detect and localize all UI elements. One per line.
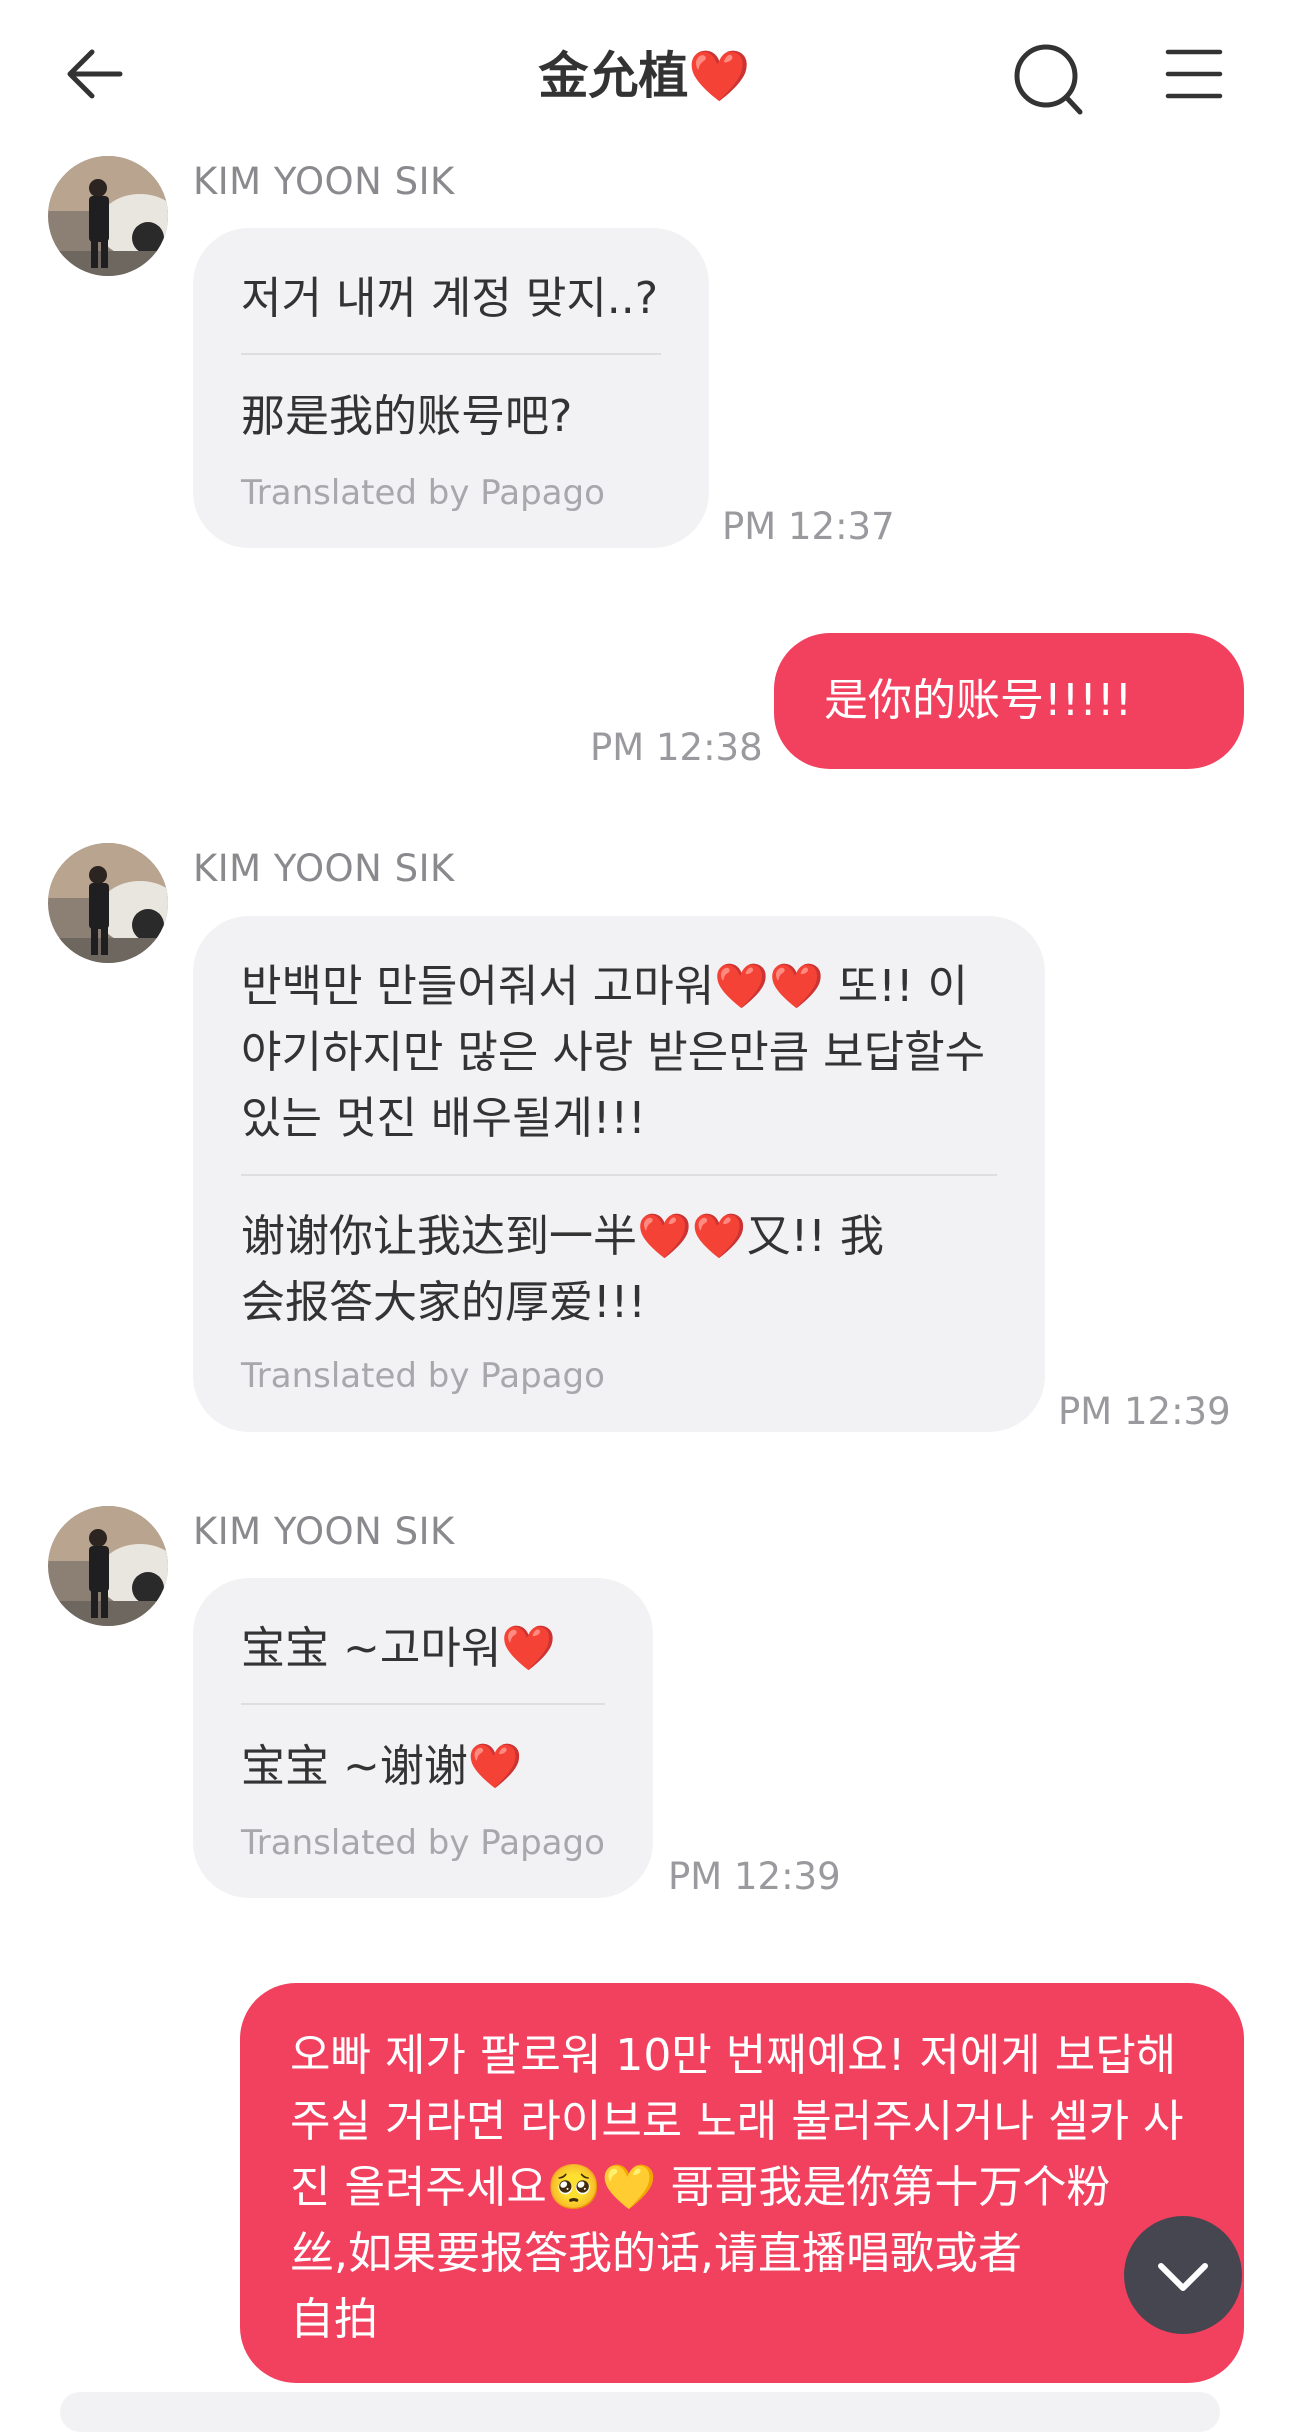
- translated-by-label: Translated by Papago: [241, 473, 605, 513]
- message-bubble[interactable]: 저거 내꺼 계정 맞지..? 那是我的账号吧? Translated by Pa…: [193, 228, 709, 548]
- translated-text: 那是我的账号吧?: [241, 391, 573, 442]
- original-text: 宝宝 ~고마워❤️: [241, 1623, 557, 1674]
- message-bubble[interactable]: 반백만 만들어줘서 고마워❤️❤️ 또!! 이 야기하지만 많은 사랑 받은만큼…: [193, 916, 1045, 1432]
- scroll-to-bottom-button[interactable]: [1124, 2216, 1242, 2334]
- message-bubble[interactable]: 宝宝 ~고마워❤️ 宝宝 ~谢谢❤️ Translated by Papago: [193, 1578, 653, 1898]
- message-text-line: 오빠 제가 팔로워 10만 번째예요! 저에게 보답해: [290, 2030, 1177, 2081]
- avatar[interactable]: [48, 1506, 168, 1626]
- avatar[interactable]: [48, 843, 168, 963]
- message-text-line: 自拍: [290, 2294, 378, 2345]
- original-text-line: 있는 멋진 배우될게!!!: [241, 1093, 646, 1144]
- translation-divider: [241, 1703, 605, 1705]
- message-time: PM 12:38: [590, 726, 763, 769]
- chat-header: 金允植❤️: [0, 0, 1289, 150]
- translated-by-label: Translated by Papago: [241, 1356, 605, 1396]
- sender-name: KIM YOON SIK: [193, 847, 455, 890]
- message-text: 是你的账号!!!!!: [824, 675, 1133, 726]
- translated-text: 宝宝 ~谢谢❤️: [241, 1741, 523, 1792]
- translated-text-line: 会报答大家的厚爱!!!: [241, 1277, 646, 1328]
- avatar-photo: [48, 156, 168, 276]
- search-button[interactable]: [1012, 40, 1088, 116]
- menu-button[interactable]: [1164, 44, 1224, 104]
- avatar[interactable]: [48, 156, 168, 276]
- sender-name: KIM YOON SIK: [193, 1510, 455, 1553]
- original-text: 저거 내꺼 계정 맞지..?: [241, 273, 659, 324]
- search-icon: [1014, 44, 1083, 115]
- avatar-photo: [48, 1506, 168, 1626]
- message-time: PM 12:39: [668, 1855, 841, 1898]
- chat-title: 金允植❤️: [538, 47, 751, 105]
- translation-divider: [241, 353, 661, 355]
- next-message-peek: [60, 2392, 1220, 2432]
- hamburger-menu-icon: [1165, 49, 1223, 99]
- chevron-down-icon: [1158, 2263, 1208, 2291]
- translated-by-label: Translated by Papago: [241, 1823, 605, 1863]
- message-text-line: 주실 거라면 라이브로 노래 불러주시거나 셀카 사: [290, 2096, 1184, 2147]
- message-text-line: 진 올려주세요🥺💛 哥哥我是你第十万个粉: [290, 2162, 1111, 2213]
- original-text-line: 반백만 만들어줘서 고마워❤️❤️ 또!! 이: [241, 961, 969, 1012]
- avatar-photo: [48, 843, 168, 963]
- message-text-line: 丝,如果要报答我的话,请直播唱歌或者: [290, 2228, 1022, 2279]
- translated-text-line: 谢谢你让我达到一半❤️❤️又!! 我: [241, 1211, 884, 1262]
- sender-name: KIM YOON SIK: [193, 160, 455, 203]
- message-time: PM 12:37: [722, 505, 895, 548]
- message-bubble-outgoing[interactable]: 오빠 제가 팔로워 10만 번째예요! 저에게 보답해 주실 거라면 라이브로 …: [240, 1983, 1244, 2383]
- message-bubble-outgoing[interactable]: 是你的账号!!!!!: [774, 633, 1244, 769]
- translation-divider: [241, 1174, 997, 1176]
- original-text-line: 야기하지만 많은 사랑 받은만큼 보답할수: [241, 1027, 986, 1078]
- message-time: PM 12:39: [1058, 1390, 1231, 1433]
